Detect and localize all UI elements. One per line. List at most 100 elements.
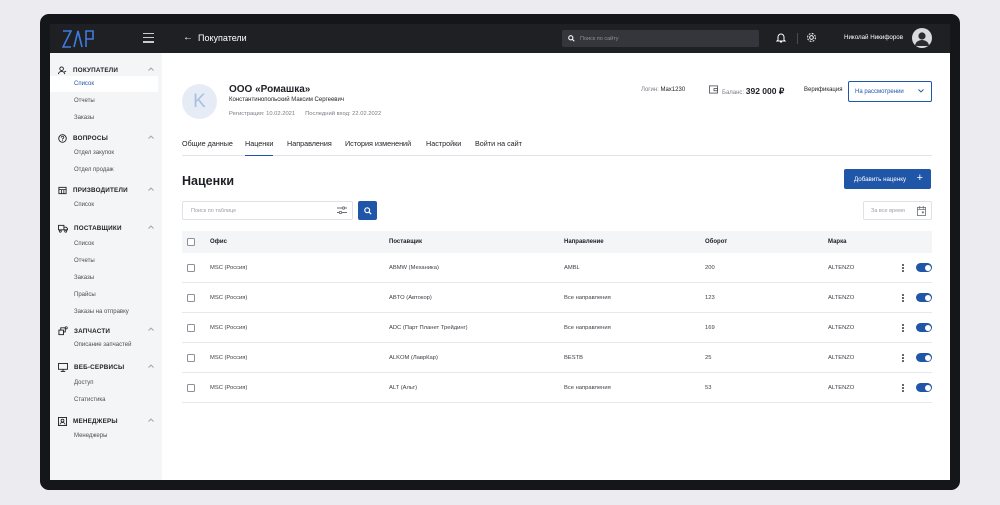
verification-status: На рассмотрении — [855, 88, 904, 95]
tab-markups[interactable]: Наценки — [245, 139, 274, 156]
sidebar-section-buyers[interactable]: ПОКУПАТЕЛИ — [58, 66, 154, 75]
sidebar-item-purchasing-dept[interactable]: Отдел закупок — [50, 145, 158, 161]
user-avatar[interactable] — [912, 28, 932, 48]
chevron-up-icon[interactable] — [148, 418, 154, 422]
chevron-up-icon[interactable] — [148, 364, 154, 368]
chevron-down-icon — [918, 89, 924, 93]
column-office[interactable]: Офис — [210, 231, 227, 253]
table-search-button[interactable] — [358, 201, 377, 220]
cell-turnover: 25 — [705, 354, 712, 361]
site-search[interactable] — [562, 30, 759, 47]
gear-icon[interactable] — [806, 32, 817, 43]
row-checkbox[interactable] — [187, 354, 195, 362]
tab-directions[interactable]: Направления — [287, 139, 332, 156]
more-vertical-icon[interactable] — [902, 354, 905, 363]
tab-history[interactable]: История изменений — [345, 139, 411, 156]
zap-logo[interactable] — [62, 29, 96, 49]
login-value: Max1230 — [660, 87, 686, 93]
company-name: ООО «Ромашка» — [229, 84, 311, 95]
cell-direction: BESTB — [564, 354, 584, 361]
more-vertical-icon[interactable] — [902, 264, 905, 273]
section-title: Наценки — [182, 174, 235, 188]
chevron-up-icon[interactable] — [148, 135, 154, 139]
sidebar-item-statistics[interactable]: Статистика — [50, 392, 158, 408]
sidebar-item-suppliers-orders[interactable]: Заказы — [50, 270, 158, 286]
sidebar-item-buyers-list[interactable]: Список — [50, 76, 158, 92]
row-checkbox[interactable] — [187, 264, 195, 272]
row-enabled-toggle[interactable] — [916, 323, 932, 332]
table-search-input[interactable] — [191, 207, 321, 214]
period-value: За все время — [871, 207, 905, 214]
add-markup-button[interactable]: Добавить наценку + — [844, 169, 931, 189]
filter-icon[interactable] — [337, 206, 347, 215]
chevron-up-icon[interactable] — [148, 187, 154, 191]
table-search[interactable] — [182, 201, 353, 220]
menu-icon[interactable] — [143, 33, 154, 43]
user-name[interactable]: Николай Никифоров — [844, 34, 903, 41]
back-button[interactable]: ← Покупатели — [183, 33, 247, 44]
table-row[interactable]: MSC (Россия) ALKOM (ЛаврКар) BESTB 25 AL… — [182, 343, 932, 373]
table-row[interactable]: MSC (Россия) ABTO (Автокор) Все направле… — [182, 283, 932, 313]
column-brand[interactable]: Марка — [828, 231, 846, 253]
sidebar-item-sales-dept[interactable]: Отдел продаж — [50, 162, 158, 178]
contact-person: Константинопольский Максим Сергеевич — [229, 97, 344, 103]
column-direction[interactable]: Направление — [564, 231, 604, 253]
select-all-checkbox[interactable] — [187, 238, 195, 246]
bell-icon[interactable] — [776, 32, 786, 43]
tab-settings[interactable]: Настройки — [426, 139, 461, 156]
row-enabled-toggle[interactable] — [916, 353, 932, 362]
sidebar-item-buyers-reports[interactable]: Отчеты — [50, 93, 158, 109]
table-row[interactable]: MSC (Россия) ALT (Альт) Все направления … — [182, 373, 932, 403]
sidebar-item-manufacturers-list[interactable]: Список — [50, 197, 158, 213]
sidebar-section-parts[interactable]: ЗАПЧАСТИ — [58, 326, 154, 336]
cell-office: MSC (Россия) — [210, 354, 248, 361]
row-checkbox[interactable] — [187, 324, 195, 332]
sidebar-section-questions[interactable]: ВОПРОСЫ — [58, 134, 154, 143]
parts-icon — [58, 326, 68, 336]
more-vertical-icon[interactable] — [902, 324, 905, 333]
sidebar-item-parts-description[interactable]: Описание запчастей — [50, 337, 158, 353]
row-checkbox[interactable] — [187, 294, 195, 302]
period-picker[interactable]: За все время — [863, 201, 932, 220]
profile-tabs: Общие данные Наценки Направления История… — [182, 137, 932, 156]
verification-status-select[interactable]: На рассмотрении — [848, 81, 932, 102]
row-checkbox[interactable] — [187, 384, 195, 392]
chevron-up-icon[interactable] — [148, 327, 154, 331]
sidebar-section-managers[interactable]: МЕНЕДЖЕРЫ — [58, 417, 154, 426]
table-row[interactable]: MSC (Россия) ABMW (Механика) AMBL 200 AL… — [182, 253, 932, 283]
more-vertical-icon[interactable] — [902, 294, 905, 303]
more-vertical-icon[interactable] — [902, 384, 905, 393]
sidebar-item-suppliers-list[interactable]: Список — [50, 236, 158, 252]
site-search-input[interactable] — [580, 35, 750, 42]
balance-label: Баланс: — [722, 90, 745, 96]
table-row[interactable]: MSC (Россия) ADC (Парт Планет Трейдинг) … — [182, 313, 932, 343]
chevron-up-icon[interactable] — [148, 225, 154, 229]
chevron-up-icon[interactable] — [148, 67, 154, 71]
cell-direction: Все направления — [564, 324, 611, 331]
cell-supplier: ABMW (Механика) — [389, 264, 439, 271]
page-title: Покупатели — [198, 33, 247, 43]
truck-icon — [58, 224, 68, 233]
cell-brand: ALTENZO — [828, 384, 855, 391]
sidebar-item-managers[interactable]: Менеджеры — [50, 428, 158, 444]
sidebar-section-label: ПОКУПАТЕЛИ — [73, 67, 119, 74]
sidebar: ПОКУПАТЕЛИ Список Отчеты Заказы ВОПРОСЫ … — [50, 53, 162, 480]
row-enabled-toggle[interactable] — [916, 383, 932, 392]
monitor-icon — [58, 363, 68, 372]
cell-direction: Все направления — [564, 384, 611, 391]
sidebar-section-suppliers[interactable]: ПОСТАВЩИКИ — [58, 224, 154, 233]
cell-brand: ALTENZO — [828, 294, 855, 301]
row-enabled-toggle[interactable] — [916, 293, 932, 302]
sidebar-section-manufacturers[interactable]: ПРИЗВОДИТЕЛИ — [58, 186, 154, 195]
sidebar-item-suppliers-reports[interactable]: Отчеты — [50, 253, 158, 269]
sidebar-item-price-lists[interactable]: Прайсы — [50, 287, 158, 303]
column-supplier[interactable]: Поставщик — [389, 231, 422, 253]
sidebar-section-web-services[interactable]: ВЕБ-СЕРВИСЫ — [58, 363, 154, 372]
sidebar-item-buyers-orders[interactable]: Заказы — [50, 110, 158, 126]
sidebar-item-access[interactable]: Доступ — [50, 375, 158, 391]
column-turnover[interactable]: Оборот — [705, 231, 727, 253]
sidebar-item-orders-to-ship[interactable]: Заказы на отправку — [50, 304, 158, 320]
row-enabled-toggle[interactable] — [916, 263, 932, 272]
tab-general[interactable]: Общие данные — [182, 139, 233, 156]
tab-login-as[interactable]: Войти на сайт — [475, 139, 522, 156]
